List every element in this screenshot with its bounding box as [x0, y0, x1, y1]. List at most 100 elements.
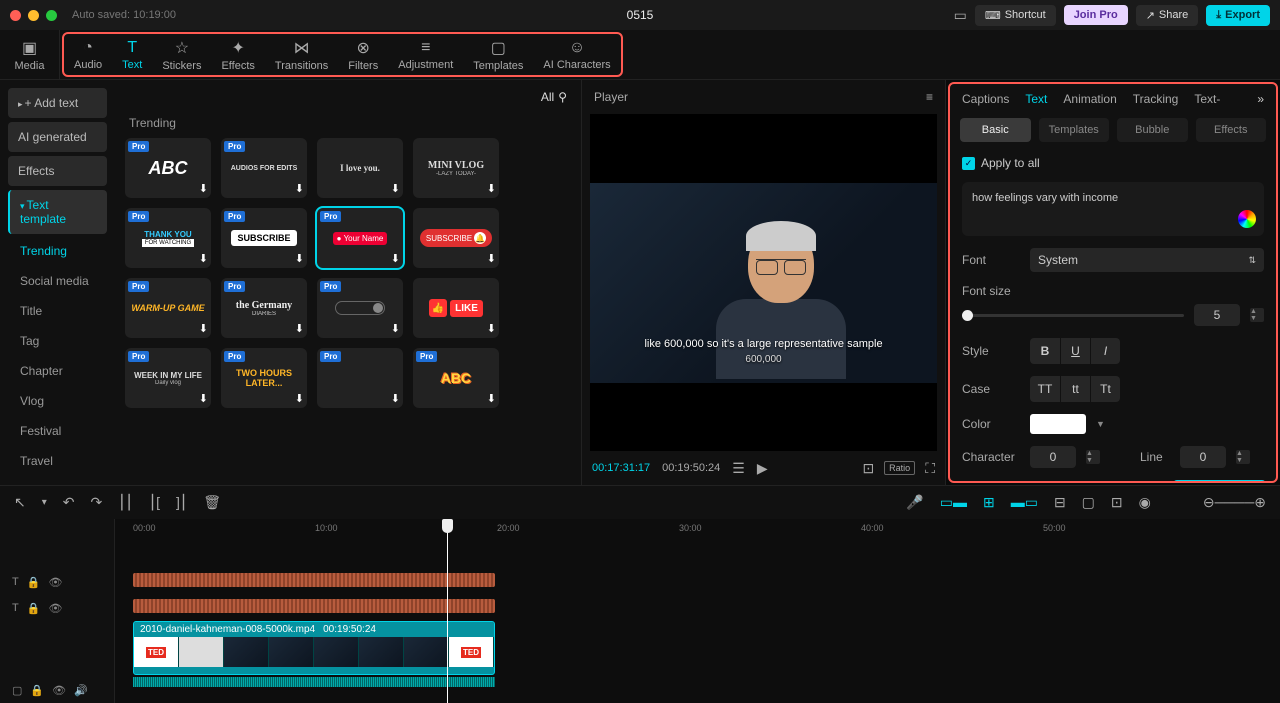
template-card-5[interactable]: ProSUBSCRIBE⬇	[221, 208, 307, 268]
template-card-6[interactable]: Pro● Your Name⬇	[317, 208, 403, 268]
download-icon[interactable]: ⬇	[295, 182, 304, 195]
zoom-fit-icon[interactable]: ⊡	[1111, 494, 1123, 511]
sidebar-festival[interactable]: Festival	[8, 418, 107, 444]
template-card-7[interactable]: SUBSCRIBE🔔⬇	[413, 208, 499, 268]
download-icon[interactable]: ⬇	[295, 322, 304, 335]
save-preset-button[interactable]: Save as preset	[1173, 480, 1266, 481]
template-card-15[interactable]: ProABC⬇	[413, 348, 499, 408]
apply-all-checkbox[interactable]: ✓	[962, 157, 975, 170]
tab-effects[interactable]: ✦Effects	[211, 34, 264, 75]
mic-icon[interactable]: 🎤	[906, 494, 923, 511]
line-stepper[interactable]: ▲▼	[1236, 450, 1250, 464]
download-icon[interactable]: ⬇	[199, 392, 208, 405]
list-view-icon[interactable]: ☰	[732, 460, 745, 477]
tab-media[interactable]: ▣ Media	[0, 30, 60, 79]
snap-icon[interactable]: ▬▭	[1011, 494, 1038, 511]
filter-all[interactable]: All⚲	[541, 90, 567, 104]
subtab-effects[interactable]: Effects	[1196, 118, 1267, 142]
case-title[interactable]: Tt	[1090, 376, 1120, 402]
tab-text[interactable]: TText	[112, 34, 152, 75]
sidebar-social[interactable]: Social media	[8, 268, 107, 294]
sidebar-chapter[interactable]: Chapter	[8, 358, 107, 384]
audio-waveform[interactable]	[133, 677, 495, 687]
subtab-bubble[interactable]: Bubble	[1117, 118, 1188, 142]
tab-transitions[interactable]: ⋈Transitions	[265, 34, 338, 75]
subtab-templates[interactable]: Templates	[1039, 118, 1110, 142]
pointer-dropdown[interactable]: ▾	[42, 497, 47, 508]
marker-icon[interactable]: ▢	[1082, 494, 1095, 511]
play-button[interactable]: ▶	[757, 460, 768, 477]
sidebar-travel[interactable]: Travel	[8, 448, 107, 474]
tab-audio[interactable]: ◔Audio	[64, 34, 112, 75]
download-icon[interactable]: ⬇	[391, 252, 400, 265]
template-card-0[interactable]: ProABC⬇	[125, 138, 211, 198]
tab-tracking[interactable]: Tracking	[1133, 92, 1179, 106]
text-content-input[interactable]: how feelings vary with income	[962, 182, 1264, 236]
tab-animation[interactable]: Animation	[1063, 92, 1116, 106]
split-tool[interactable]: ⎮⎮	[118, 494, 133, 511]
text-template-button[interactable]: ▾Text template	[8, 190, 107, 234]
text-track-2-clip[interactable]	[133, 599, 495, 613]
track-toggle-icon[interactable]: ◉	[1139, 494, 1151, 511]
minimize-window[interactable]	[28, 10, 39, 21]
video-clip[interactable]: 2010-daniel-kahneman-008-5000k.mp4 00:19…	[133, 621, 495, 675]
tab-text-inspector[interactable]: Text	[1025, 92, 1047, 106]
template-card-2[interactable]: I love you.⬇	[317, 138, 403, 198]
font-select[interactable]: System⇅	[1030, 248, 1264, 272]
tab-ai-characters[interactable]: ☺AI Characters	[533, 34, 620, 75]
character-stepper[interactable]: ▲▼	[1086, 450, 1100, 464]
download-icon[interactable]: ⬇	[391, 322, 400, 335]
sidebar-vlog[interactable]: Vlog	[8, 388, 107, 414]
text-track-2-header[interactable]: T🔒👁	[0, 595, 114, 621]
sidebar-tag[interactable]: Tag	[8, 328, 107, 354]
ai-generated-button[interactable]: AI generated	[8, 122, 107, 152]
export-button[interactable]: ⤓Export	[1206, 5, 1270, 26]
pointer-tool[interactable]: ↖	[14, 494, 26, 511]
subtab-basic[interactable]: Basic	[960, 118, 1031, 142]
template-card-1[interactable]: ProAUDIOS FOR EDITS⬇	[221, 138, 307, 198]
template-card-8[interactable]: ProWARM-UP GAME⬇	[125, 278, 211, 338]
color-swatch[interactable]	[1030, 414, 1086, 434]
download-icon[interactable]: ⬇	[487, 252, 496, 265]
magnet-icon[interactable]: ▭▬	[940, 494, 967, 511]
fullscreen-icon[interactable]: ⛶	[925, 460, 935, 477]
text-track-1-clip[interactable]	[133, 573, 495, 587]
download-icon[interactable]: ⬇	[199, 182, 208, 195]
template-card-12[interactable]: ProWEEK IN MY LIFEDaily vlog⬇	[125, 348, 211, 408]
tab-adjustment[interactable]: ≡Adjustment	[388, 34, 463, 75]
color-dropdown-icon[interactable]: ▼	[1096, 419, 1105, 429]
template-card-9[interactable]: Prothe GermanyDIARIES⬇	[221, 278, 307, 338]
download-icon[interactable]: ⬇	[487, 322, 496, 335]
timeline-ruler[interactable]: 00:00 10:00 20:00 30:00 40:00 50:00	[115, 519, 1280, 539]
video-track-header[interactable]: ▢🔒👁🔊	[0, 677, 114, 703]
download-icon[interactable]: ⬇	[391, 182, 400, 195]
template-card-11[interactable]: 👍LIKE⬇	[413, 278, 499, 338]
layout-icon[interactable]: ▭	[954, 7, 967, 24]
underline-button[interactable]: U	[1060, 338, 1090, 364]
text-track-1-header[interactable]: T🔒👁	[0, 569, 114, 595]
tab-filters[interactable]: ⊗Filters	[338, 34, 388, 75]
tab-text-more[interactable]: Text-	[1194, 92, 1220, 106]
close-window[interactable]	[10, 10, 21, 21]
window-controls[interactable]	[10, 10, 57, 21]
tab-stickers[interactable]: ☆Stickers	[152, 34, 211, 75]
undo-button[interactable]: ↶	[63, 494, 75, 511]
add-text-button[interactable]: ▸+ Add text	[8, 88, 107, 118]
fontsize-stepper[interactable]: ▲▼	[1250, 308, 1264, 322]
case-upper[interactable]: TT	[1030, 376, 1060, 402]
ratio-button[interactable]: Ratio	[884, 461, 915, 475]
delete-tool[interactable]: 🗑	[203, 494, 221, 511]
template-card-4[interactable]: ProTHANK YOUFOR WATCHING⬇	[125, 208, 211, 268]
color-wheel-icon[interactable]	[1238, 210, 1256, 228]
template-card-3[interactable]: MINI VLOG-LAZY TODAY-⬇	[413, 138, 499, 198]
link-icon[interactable]: ⊞	[983, 494, 995, 511]
tab-overflow-icon[interactable]: »	[1257, 92, 1264, 106]
maximize-window[interactable]	[46, 10, 57, 21]
template-card-14[interactable]: Pro⬇	[317, 348, 403, 408]
playhead[interactable]	[447, 519, 448, 703]
align-icon[interactable]: ⊟	[1054, 494, 1066, 511]
download-icon[interactable]: ⬇	[199, 322, 208, 335]
effects-button[interactable]: Effects	[8, 156, 107, 186]
split-right-tool[interactable]: ]⎮	[176, 494, 187, 511]
tab-templates[interactable]: ▢Templates	[463, 34, 533, 75]
